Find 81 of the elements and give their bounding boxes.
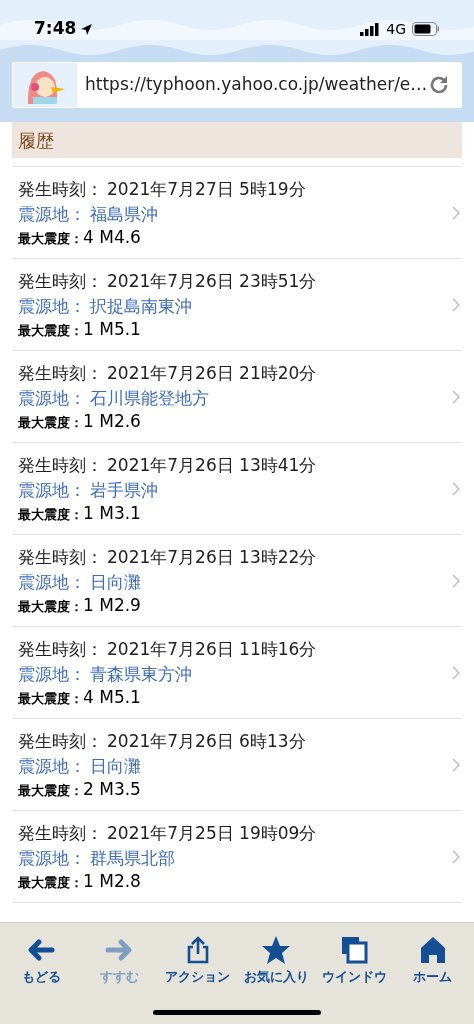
time-value: 2021年7月27日 5時19分 — [107, 178, 306, 201]
section-title: 履歴 — [18, 128, 54, 153]
quake-row[interactable]: 発生時刻： 2021年7月26日 21時20分 震源地： 石川県能登地方 最大震度：1 M2.6 — [12, 351, 462, 443]
chevron-icon — [452, 757, 460, 772]
intensity-value: 1 M2.6 — [83, 410, 141, 433]
chevron-icon — [452, 481, 460, 496]
toolbar-button[interactable]: アクション — [159, 935, 236, 987]
intensity-value: 1 M3.1 — [83, 502, 141, 525]
intensity-value: 1 M5.1 — [83, 318, 141, 341]
epicenter-value: 日向灘 — [90, 755, 141, 778]
epicenter-label: 震源地： — [18, 387, 86, 410]
intensity-label: 最大震度： — [18, 506, 83, 524]
chevron-icon — [452, 665, 460, 680]
epicenter-label: 震源地： — [18, 479, 86, 502]
epicenter-label: 震源地： — [18, 847, 86, 870]
chevron-icon — [452, 297, 460, 312]
toolbar-button[interactable]: ホーム — [394, 935, 471, 987]
chevron-icon — [452, 573, 460, 588]
intensity-label: 最大震度： — [18, 782, 83, 800]
time-value: 2021年7月26日 11時16分 — [107, 638, 317, 661]
epicenter-value: 石川県能登地方 — [90, 387, 209, 410]
star-icon — [261, 935, 292, 965]
epicenter-label: 震源地： — [18, 571, 86, 594]
epicenter-value: 福島県沖 — [90, 203, 158, 226]
epicenter-label: 震源地： — [18, 203, 86, 226]
epicenter-label: 震源地： — [18, 663, 86, 686]
time-label: 発生時刻： — [18, 270, 103, 293]
time-label: 発生時刻： — [18, 178, 103, 201]
time-label: 発生時刻： — [18, 454, 103, 477]
intensity-label: 最大震度： — [18, 230, 83, 248]
epicenter-value: 岩手県沖 — [90, 479, 158, 502]
time-label: 発生時刻： — [18, 638, 103, 661]
mascot-icon — [13, 63, 77, 107]
intensity-value: 4 M5.1 — [83, 686, 141, 709]
chevron-icon — [452, 389, 460, 404]
battery-icon — [412, 22, 440, 36]
time-value: 2021年7月26日 23時51分 — [107, 270, 317, 293]
network-label: 4G — [386, 19, 406, 39]
windows-icon — [339, 935, 370, 965]
intensity-label: 最大震度： — [18, 322, 83, 340]
quake-row[interactable]: 発生時刻： 2021年7月26日 13時41分 震源地： 岩手県沖 最大震度：1 M3.1 — [12, 443, 462, 535]
quake-row[interactable]: 発生時刻： 2021年7月26日 13時22分 震源地： 日向灘 最大震度：1 M2.9 — [12, 535, 462, 627]
address-bar[interactable]: https://typhoon.yahoo.co.jp/weather/e… — [12, 62, 462, 108]
time-value: 2021年7月26日 13時22分 — [107, 546, 317, 569]
intensity-value: 2 M3.5 — [83, 778, 141, 801]
time-value: 2021年7月26日 13時41分 — [107, 454, 317, 477]
chevron-icon — [452, 849, 460, 864]
time-label: 発生時刻： — [18, 362, 103, 385]
intensity-value: 4 M4.6 — [83, 226, 141, 249]
time-value: 2021年7月26日 6時13分 — [107, 730, 306, 753]
epicenter-value: 群馬県北部 — [90, 847, 175, 870]
quake-row[interactable]: 発生時刻： 2021年7月25日 19時09分 震源地： 群馬県北部 最大震度：1 M2.8 — [12, 811, 462, 903]
epicenter-value: 青森県東方沖 — [90, 663, 192, 686]
epicenter-label: 震源地： — [18, 755, 86, 778]
quake-row[interactable]: 発生時刻： 2021年7月26日 6時13分 震源地： 日向灘 最大震度：2 M3.5 — [12, 719, 462, 811]
toolbar-button[interactable]: もどる — [3, 935, 80, 987]
toolbar-button[interactable]: お気に入り — [238, 935, 315, 987]
chevron-icon — [452, 205, 460, 220]
epicenter-label: 震源地： — [18, 295, 86, 318]
url-text: https://typhoon.yahoo.co.jp/weather/e… — [85, 73, 428, 97]
intensity-label: 最大震度： — [18, 874, 83, 892]
epicenter-value: 日向灘 — [90, 571, 141, 594]
quake-row[interactable]: 発生時刻： 2021年7月26日 11時16分 震源地： 青森県東方沖 最大震度：4 M5.1 — [12, 627, 462, 719]
time-label: 発生時刻： — [18, 822, 103, 845]
reload-icon[interactable] — [428, 74, 450, 96]
intensity-value: 1 M2.8 — [83, 870, 141, 893]
time-label: 発生時刻： — [18, 730, 103, 753]
intensity-value: 1 M2.9 — [83, 594, 141, 617]
time-label: 発生時刻： — [18, 546, 103, 569]
toolbar-button[interactable]: ウインドウ — [316, 935, 393, 987]
signal-icon — [360, 22, 381, 36]
epicenter-value: 択捉島南東沖 — [90, 295, 192, 318]
intensity-label: 最大震度： — [18, 598, 83, 616]
intensity-label: 最大震度： — [18, 414, 83, 432]
quake-row[interactable]: 発生時刻： 2021年7月27日 5時19分 震源地： 福島県沖 最大震度：4 M4.6 — [12, 167, 462, 259]
time-value: 2021年7月25日 19時09分 — [107, 822, 317, 845]
intensity-label: 最大震度： — [18, 690, 83, 708]
location-arrow-icon — [80, 22, 94, 36]
quake-row[interactable]: 発生時刻： 2021年7月26日 23時51分 震源地： 択捉島南東沖 最大震度：1 M5.1 — [12, 259, 462, 351]
time-value: 2021年7月26日 21時20分 — [107, 362, 317, 385]
clock: 7:48 — [34, 17, 77, 41]
